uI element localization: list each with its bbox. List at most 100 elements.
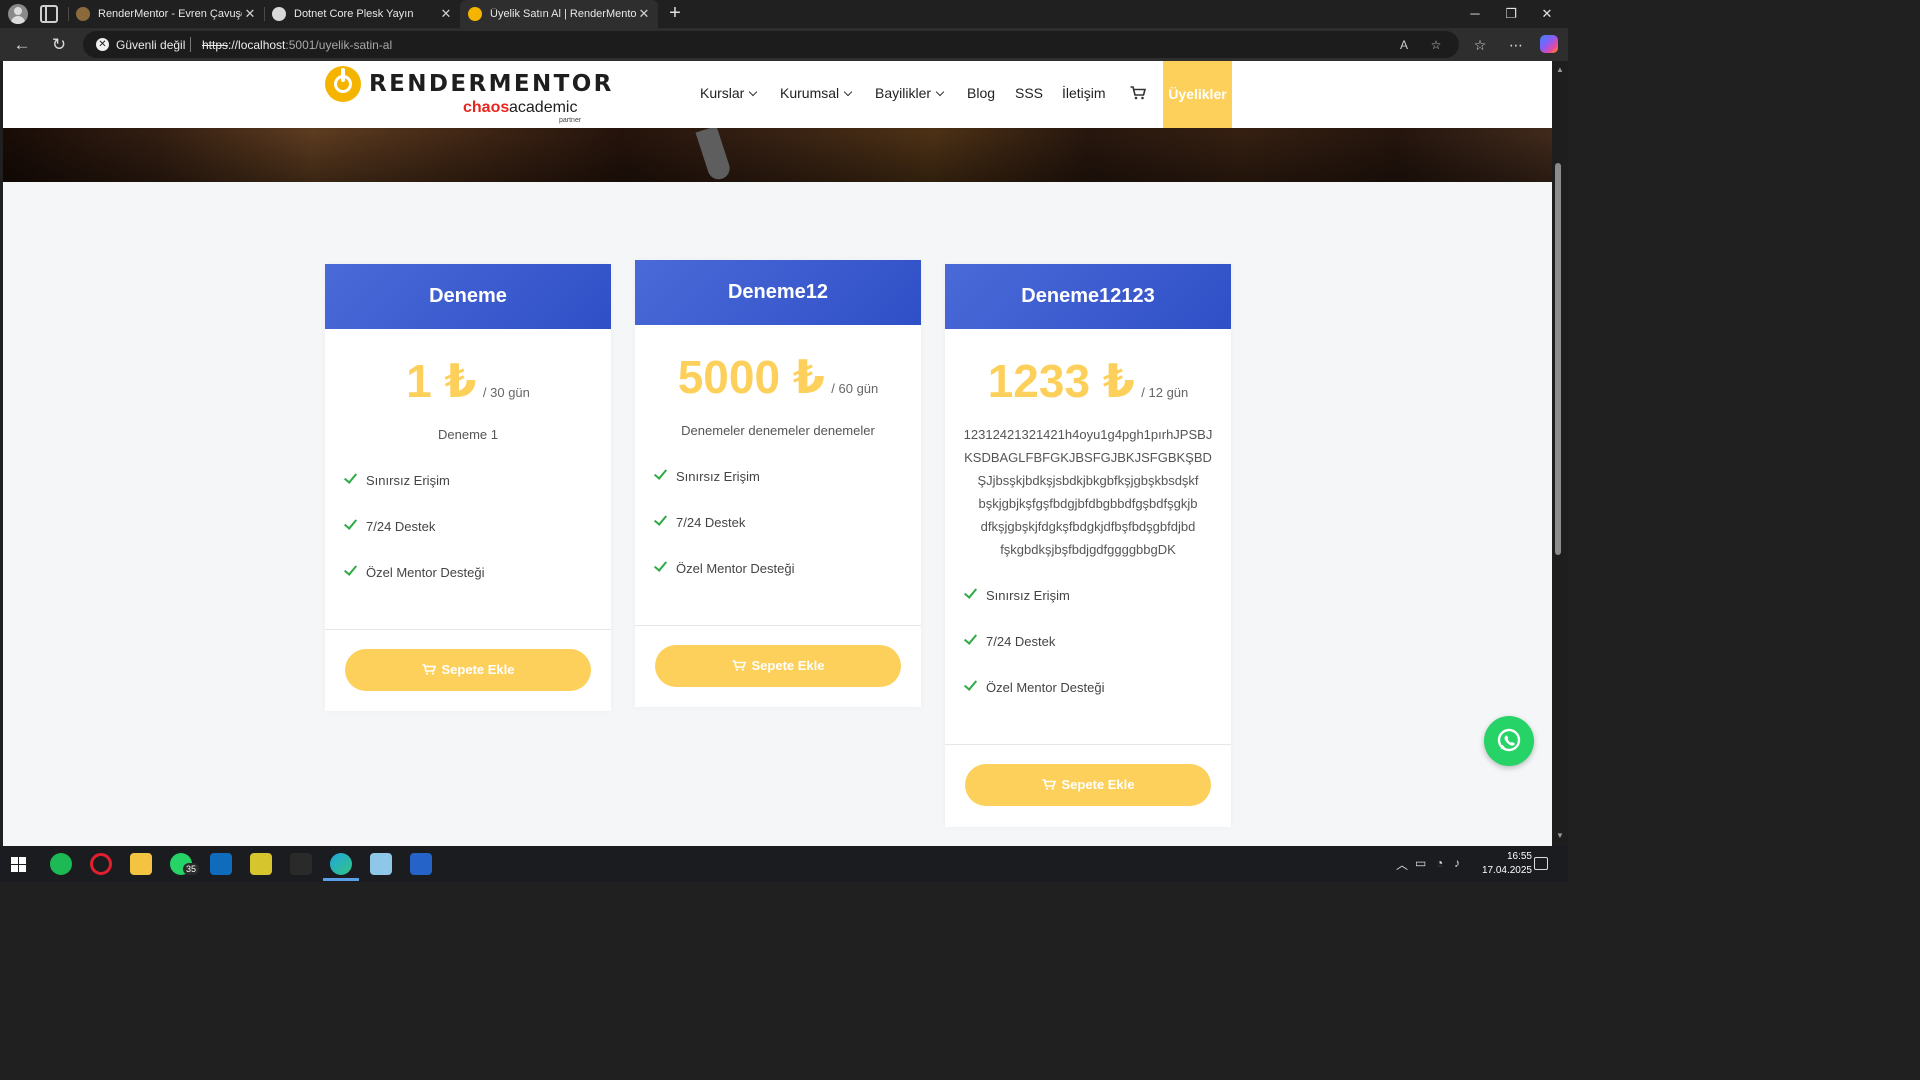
restore-icon[interactable]: ❐: [1496, 4, 1526, 24]
plan-title: Deneme12123: [945, 264, 1231, 329]
nav-item-blog[interactable]: Blog: [967, 85, 995, 101]
paint-icon[interactable]: [250, 853, 272, 875]
windows-start-icon[interactable]: [11, 857, 26, 872]
more-menu-icon[interactable]: ⋯: [1505, 34, 1527, 56]
description-line: KSDBAGLFBFGKJBSFGJBKJSFGBKŞBD: [964, 450, 1212, 465]
browser-tab-rendermentor[interactable]: RenderMentor - Evren Çavuşoğlu ✕: [68, 0, 264, 28]
add-to-cart-button[interactable]: Sepete Ekle: [965, 764, 1211, 806]
tab-title: Dotnet Core Plesk Yayın: [294, 8, 414, 20]
check-icon: [343, 516, 358, 530]
check-icon: [653, 558, 668, 572]
volume-icon[interactable]: ♪: [1454, 856, 1460, 870]
nav-item-bayilikler[interactable]: Bayilikler: [875, 85, 945, 101]
notification-center-icon[interactable]: [1534, 857, 1548, 870]
feature-item: Özel Mentor Desteği: [343, 562, 485, 580]
edge-browser-icon[interactable]: [330, 853, 352, 875]
clock-date: 17.04.2025: [1481, 865, 1532, 876]
nav-item-sss[interactable]: SSS: [1015, 85, 1043, 101]
plan-card-deneme12123: Deneme12123 1233 ₺ / 12 gün 123124213214…: [945, 264, 1231, 827]
scroll-up-icon[interactable]: ▲: [1555, 65, 1565, 74]
plan-description: 12312421321421h4oyu1g4pgh1pırhJPSBJ KSDB…: [957, 423, 1219, 561]
plan-period: / 60 gün: [831, 381, 879, 396]
notepad-icon[interactable]: [370, 853, 392, 875]
powershell-icon[interactable]: [410, 853, 432, 875]
chevron-down-icon: [935, 87, 945, 97]
spotify-icon[interactable]: [50, 853, 72, 875]
plan-price-row: 1233 ₺ / 12 gün: [945, 354, 1231, 408]
plan-price-row: 5000 ₺ / 60 gün: [635, 350, 921, 404]
divider: [325, 629, 611, 630]
plan-card-deneme: Deneme 1 ₺ / 30 gün Deneme 1 Sınırsız Er…: [325, 264, 611, 711]
feature-item: Sınırsız Erişim: [963, 585, 1070, 603]
close-window-icon[interactable]: ✕: [1532, 4, 1562, 24]
close-tab-icon[interactable]: ✕: [636, 6, 652, 22]
memberships-button[interactable]: Üyelikler: [1163, 61, 1232, 128]
tab-title: Üyelik Satın Al | RenderMentor: [490, 8, 636, 20]
page-scrollbar[interactable]: ▲ ▼: [1552, 61, 1568, 846]
description-line: dfkşjgbşkjfdgkşfbdgkjdfbşfbdşgbfdjbd: [980, 519, 1196, 534]
logo-partner-suffix: academic: [509, 99, 578, 116]
plan-price: 1 ₺: [406, 355, 477, 407]
wifi-icon[interactable]: ◔: [1436, 856, 1443, 870]
page-viewport: RENDERMENTOR chaos academic partner Kurs…: [3, 61, 1552, 846]
copilot-icon[interactable]: [1540, 35, 1558, 53]
browser-tab-uyelik[interactable]: Üyelik Satın Al | RenderMentor ✕: [460, 0, 658, 28]
not-secure-icon[interactable]: ✕: [96, 38, 109, 51]
notification-badge: 35: [183, 863, 200, 875]
refresh-icon[interactable]: ↻: [48, 34, 70, 56]
feature-item: 7/24 Destek: [343, 516, 435, 534]
scroll-down-icon[interactable]: ▼: [1555, 831, 1565, 840]
scrollbar-thumb[interactable]: [1555, 163, 1561, 555]
new-tab-icon[interactable]: +: [664, 3, 686, 25]
add-to-cart-button[interactable]: Sepete Ekle: [655, 645, 901, 687]
plan-period: / 30 gün: [482, 385, 530, 400]
browser-tab-dotnet[interactable]: Dotnet Core Plesk Yayın ✕: [264, 0, 460, 28]
plan-period: / 12 gün: [1141, 385, 1189, 400]
read-aloud-icon[interactable]: A: [1395, 36, 1413, 54]
close-tab-icon[interactable]: ✕: [438, 6, 454, 22]
file-explorer-icon[interactable]: [130, 853, 152, 875]
logo-mark-icon: [325, 66, 361, 102]
close-tab-icon[interactable]: ✕: [242, 6, 258, 22]
check-icon: [653, 512, 668, 526]
logo-partner-tag: partner: [559, 117, 582, 124]
feature-item: Sınırsız Erişim: [343, 470, 450, 488]
logo-partner-brand: chaos: [463, 99, 510, 116]
browser-toolbar: ← ↻ ✕ Güvenli değil https://localhost:50…: [0, 28, 1568, 61]
profile-avatar-icon[interactable]: [8, 4, 28, 24]
plan-description: Deneme 1: [438, 427, 498, 442]
check-icon: [343, 470, 358, 484]
feature-item: Özel Mentor Desteği: [653, 558, 795, 576]
battery-icon[interactable]: ▭: [1415, 856, 1426, 870]
cart-icon: [422, 664, 436, 675]
cart-icon[interactable]: [1130, 86, 1146, 100]
whatsapp-chat-button[interactable]: [1484, 716, 1534, 766]
plan-price: 1233 ₺: [987, 355, 1135, 407]
plan-price: 5000 ₺: [677, 351, 825, 403]
tab-actions-icon[interactable]: [40, 5, 58, 23]
nav-item-iletisim[interactable]: İletişim: [1062, 85, 1106, 101]
minimize-icon[interactable]: ─: [1460, 4, 1490, 24]
check-icon: [963, 677, 978, 691]
nav-item-kurslar[interactable]: Kurslar: [700, 85, 758, 101]
opera-icon[interactable]: [90, 853, 112, 875]
favorites-icon[interactable]: ☆: [1469, 34, 1491, 56]
system-clock[interactable]: 16:55 17.04.2025: [1462, 850, 1532, 878]
site-favicon-icon: [76, 7, 90, 21]
security-label[interactable]: Güvenli değil: [116, 38, 185, 52]
back-icon[interactable]: ←: [11, 34, 33, 56]
check-icon: [653, 466, 668, 480]
favorite-star-icon[interactable]: ☆: [1427, 36, 1445, 54]
description-line: fşkgbdkşjbşfbdjgdfggggbbgDK: [1000, 542, 1176, 557]
terminal-app-icon[interactable]: [290, 853, 312, 875]
outlook-icon[interactable]: [210, 853, 232, 875]
url-text[interactable]: https://localhost:5001/uyelik-satin-al: [202, 38, 392, 52]
feature-item: 7/24 Destek: [653, 512, 745, 530]
site-logo[interactable]: RENDERMENTOR chaos academic partner: [325, 65, 611, 125]
tray-overflow-icon[interactable]: ︿: [1396, 856, 1408, 873]
plan-card-deneme12: Deneme12 5000 ₺ / 60 gün Denemeler denem…: [635, 260, 921, 707]
add-to-cart-button[interactable]: Sepete Ekle: [345, 649, 591, 691]
browser-tab-bar: RenderMentor - Evren Çavuşoğlu ✕ Dotnet …: [0, 0, 1568, 28]
address-bar[interactable]: ✕ Güvenli değil https://localhost:5001/u…: [83, 31, 1459, 58]
nav-item-kurumsal[interactable]: Kurumsal: [780, 85, 853, 101]
